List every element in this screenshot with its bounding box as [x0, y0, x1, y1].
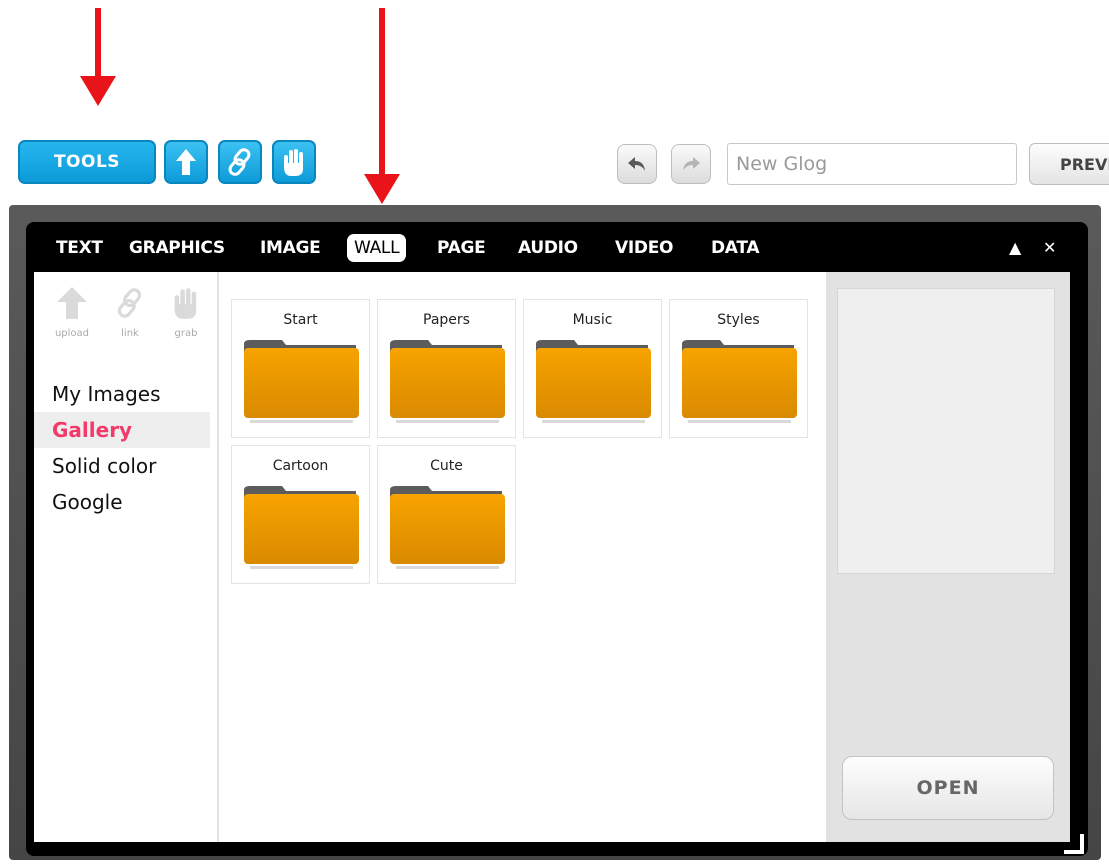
open-button[interactable]: OPEN — [842, 756, 1054, 820]
wall-panel: TEXT GRAPHICS IMAGE WALL PAGE AUDIO VIDE… — [26, 222, 1088, 856]
folder-icon — [390, 340, 505, 423]
folder-name: Cartoon — [272, 458, 329, 474]
close-button[interactable]: ✕ — [1043, 238, 1056, 257]
upload-button[interactable] — [164, 140, 208, 184]
link-icon — [228, 148, 251, 176]
link-source-label: link — [121, 328, 139, 339]
folder-name: Cute — [430, 458, 463, 474]
tab-video[interactable]: VIDEO — [615, 234, 673, 262]
preview-pane: OPEN — [826, 272, 1070, 842]
link-icon — [117, 288, 142, 318]
folder-tile-cute[interactable]: Cute — [377, 445, 516, 584]
nav-my-images[interactable]: My Images — [34, 376, 210, 412]
screen: TOOLS New Glog PREV TEXT GRAPHICS IMAGE … — [0, 0, 1109, 868]
minimize-button[interactable]: ▲ — [1009, 238, 1021, 257]
folder-icon — [390, 486, 505, 569]
link-source-button[interactable]: link — [104, 286, 156, 339]
folder-grid: Start Papers Music Styles Cartoon Cute — [219, 272, 826, 842]
undo-button[interactable] — [617, 144, 657, 184]
folder-icon — [244, 486, 359, 569]
grab-button[interactable] — [272, 140, 316, 184]
grab-source-button[interactable]: grab — [160, 286, 212, 339]
annotation-arrow-wall — [362, 8, 402, 206]
folder-name: Music — [572, 312, 613, 328]
folder-icon — [244, 340, 359, 423]
upload-source-button[interactable]: upload — [46, 286, 98, 339]
image-preview-box — [837, 288, 1055, 574]
tab-graphics[interactable]: GRAPHICS — [129, 234, 225, 262]
folder-tile-music[interactable]: Music — [523, 299, 662, 438]
upload-arrow-icon — [57, 287, 87, 319]
tab-audio[interactable]: AUDIO — [518, 234, 578, 262]
glog-title-input[interactable] — [727, 143, 1017, 185]
panel-tabbar: TEXT GRAPHICS IMAGE WALL PAGE AUDIO VIDE… — [26, 222, 1088, 272]
link-button[interactable] — [218, 140, 262, 184]
folder-tile-start[interactable]: Start — [231, 299, 370, 438]
hand-icon — [284, 149, 303, 176]
folder-icon — [682, 340, 797, 423]
redo-icon — [683, 157, 700, 171]
preview-button[interactable]: PREVIEW — [1029, 143, 1109, 185]
nav-gallery[interactable]: Gallery — [34, 412, 210, 448]
annotation-arrow-tools — [78, 8, 118, 106]
resize-handle-icon[interactable] — [1062, 832, 1086, 856]
grab-source-label: grab — [174, 328, 198, 339]
tab-text[interactable]: TEXT — [56, 234, 103, 262]
tab-page[interactable]: PAGE — [437, 234, 486, 262]
tab-data[interactable]: DATA — [711, 234, 759, 262]
redo-button[interactable] — [671, 144, 711, 184]
upload-arrow-icon — [176, 149, 196, 175]
folder-icon — [536, 340, 651, 423]
folder-tile-cartoon[interactable]: Cartoon — [231, 445, 370, 584]
tab-wall[interactable]: WALL — [347, 234, 407, 262]
folder-name: Start — [283, 312, 318, 328]
folder-name: Papers — [423, 312, 470, 328]
nav-google[interactable]: Google — [34, 484, 210, 520]
folder-tile-styles[interactable]: Styles — [669, 299, 808, 438]
image-source-sidebar: upload link grab My Images Gallery Solid… — [34, 272, 217, 842]
folder-name: Styles — [717, 312, 760, 328]
folder-tile-papers[interactable]: Papers — [377, 299, 516, 438]
tab-image[interactable]: IMAGE — [260, 234, 321, 262]
undo-icon — [628, 157, 645, 171]
hand-icon — [174, 288, 197, 319]
upload-source-label: upload — [54, 328, 90, 339]
tools-button[interactable]: TOOLS — [18, 140, 156, 184]
nav-solid-color[interactable]: Solid color — [34, 448, 210, 484]
